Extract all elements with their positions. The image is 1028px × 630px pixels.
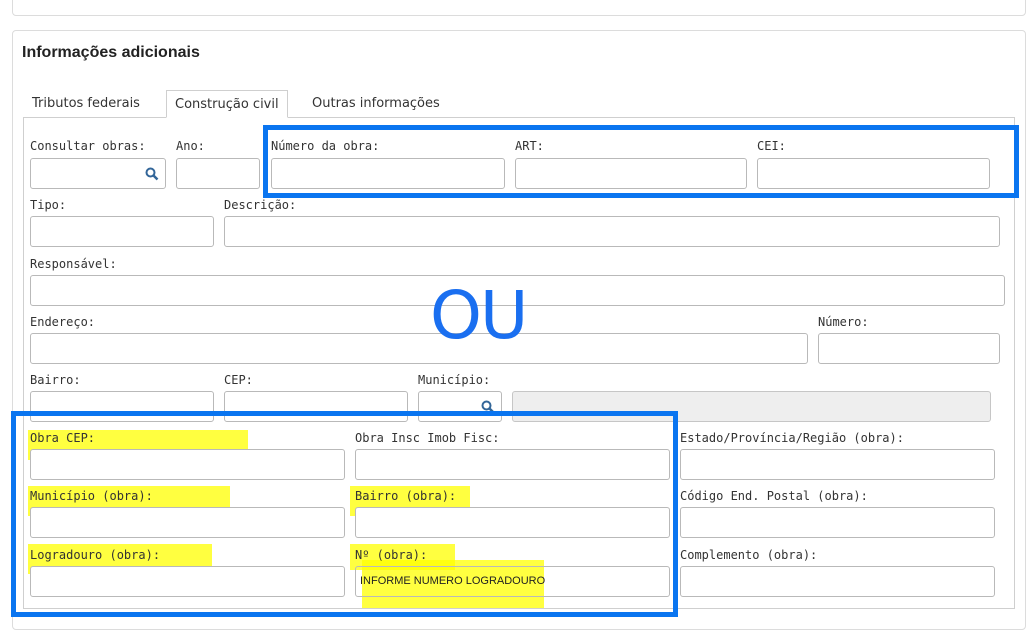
codigo-postal-obra-label: Código End. Postal (obra): bbox=[680, 489, 868, 503]
municipio-label: Município: bbox=[418, 373, 491, 387]
endereco-label: Endereço: bbox=[30, 315, 96, 329]
annotation-ou-text: OU bbox=[430, 277, 528, 354]
annotation-box-top bbox=[263, 125, 1019, 198]
consultar-obras-label: Consultar obras: bbox=[30, 139, 146, 153]
tab-outras-informacoes[interactable]: Outras informações bbox=[304, 90, 448, 118]
endereco-input[interactable] bbox=[30, 333, 808, 364]
cep-label: CEP: bbox=[224, 373, 253, 387]
descricao-input[interactable] bbox=[224, 216, 1000, 247]
numero-input[interactable] bbox=[818, 333, 1000, 364]
consultar-obras-input[interactable] bbox=[30, 158, 166, 189]
tab-construcao-civil[interactable]: Construção civil bbox=[166, 90, 288, 118]
numero-label: Número: bbox=[818, 315, 869, 329]
complemento-obra-label: Complemento (obra): bbox=[680, 548, 818, 562]
ano-input[interactable] bbox=[176, 158, 260, 189]
previous-panel bbox=[12, 0, 1026, 16]
tipo-label: Tipo: bbox=[30, 198, 67, 212]
complemento-obra-input[interactable] bbox=[680, 566, 995, 597]
estado-obra-label: Estado/Província/Região (obra): bbox=[680, 431, 904, 445]
bairro-label: Bairro: bbox=[30, 373, 81, 387]
annotation-box-bottom bbox=[11, 411, 678, 617]
section-title: Informações adicionais bbox=[22, 44, 200, 61]
codigo-postal-obra-input[interactable] bbox=[680, 507, 995, 538]
descricao-label: Descrição: bbox=[224, 198, 297, 212]
ano-label: Ano: bbox=[176, 139, 205, 153]
estado-obra-input[interactable] bbox=[680, 449, 995, 480]
tipo-input[interactable] bbox=[30, 216, 214, 247]
responsavel-label: Responsável: bbox=[30, 257, 117, 271]
tab-tributos-federais[interactable]: Tributos federais bbox=[24, 90, 148, 118]
search-icon[interactable] bbox=[145, 167, 159, 181]
